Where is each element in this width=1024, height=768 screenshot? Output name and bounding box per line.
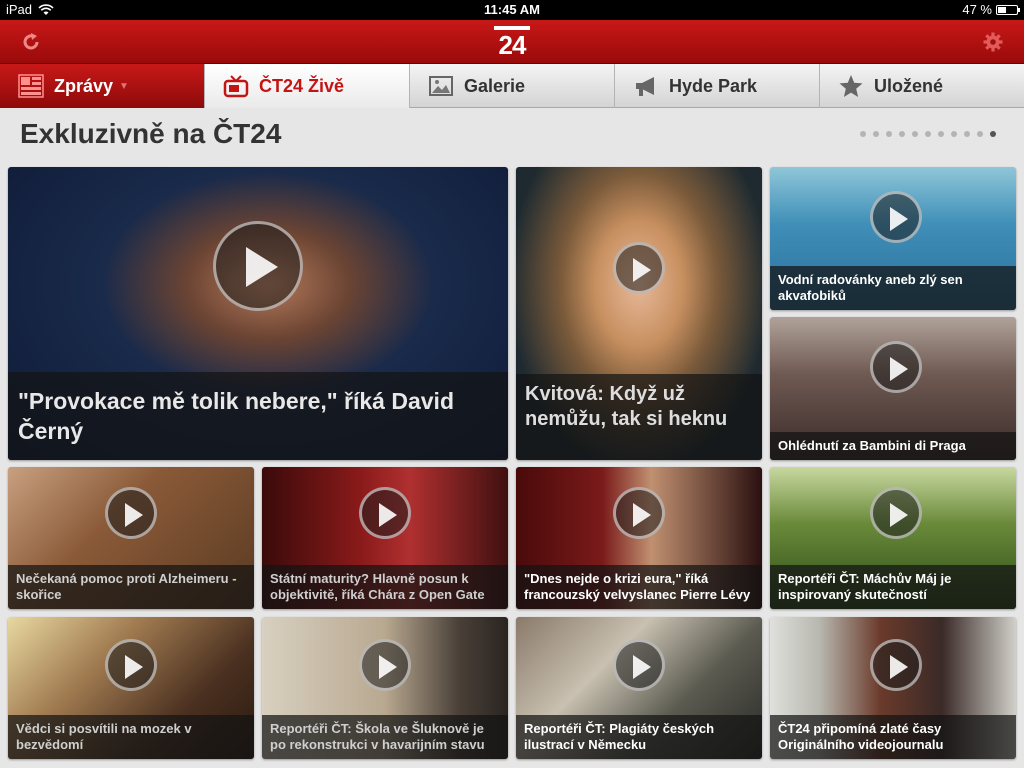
tab-hyde-park[interactable]: Hyde Park	[615, 64, 820, 108]
page-dot[interactable]	[990, 131, 996, 137]
tab-zpravy[interactable]: Zprávy ▼	[0, 64, 205, 108]
page-dot[interactable]	[964, 131, 970, 137]
tile-title: Vědci si posvítili na mozek v bezvědomí	[8, 715, 254, 759]
grid-icon	[18, 74, 44, 98]
video-tile[interactable]: Reportéři ČT: Škola ve Šluknově je po re…	[262, 617, 508, 759]
page-dot[interactable]	[860, 131, 866, 137]
tab-bar: Zprávy ▼ ČT24 Živě Galerie Hyde Park Ulo…	[0, 64, 1024, 108]
tab-label: Uložené	[874, 75, 944, 96]
tile-title: Reportéři ČT: Škola ve Šluknově je po re…	[262, 715, 508, 759]
tile-title: Vodní radovánky aneb zlý sen akvafobiků	[770, 266, 1016, 310]
tile-title: "Dnes nejde o krizi eura," říká francouz…	[516, 565, 762, 609]
page-dot[interactable]	[925, 131, 931, 137]
play-icon[interactable]	[613, 242, 665, 294]
refresh-icon[interactable]	[20, 31, 42, 53]
page-dot[interactable]	[886, 131, 892, 137]
tab-galerie[interactable]: Galerie	[410, 64, 615, 108]
page-dot[interactable]	[873, 131, 879, 137]
play-icon[interactable]	[870, 191, 922, 243]
video-tile[interactable]: Státní maturity? Hlavně posun k objektiv…	[262, 467, 508, 609]
video-tile[interactable]: Nečekaná pomoc proti Alzheimeru - skořic…	[8, 467, 254, 609]
ct24-logo: 24	[494, 26, 530, 60]
tile-title: Státní maturity? Hlavně posun k objektiv…	[262, 565, 508, 609]
tv-icon	[223, 75, 249, 98]
video-tile[interactable]: Ohlédnutí za Bambini di Praga	[770, 317, 1016, 460]
clock: 11:45 AM	[484, 2, 540, 17]
battery-percent: 47 %	[962, 2, 992, 17]
tile-title: Reportéři ČT: Plagiáty českých ilustrací…	[516, 715, 762, 759]
tile-title: Ohlédnutí za Bambini di Praga	[770, 432, 1016, 460]
title-bar: 24	[0, 20, 1024, 64]
tab-label: ČT24 Živě	[259, 75, 345, 96]
play-icon[interactable]	[359, 639, 411, 691]
tab-label: Zprávy	[54, 75, 114, 96]
page-indicator[interactable]	[860, 131, 996, 137]
battery-icon	[996, 4, 1020, 15]
page-dot[interactable]	[977, 131, 983, 137]
video-tile[interactable]: "Dnes nejde o krizi eura," říká francouz…	[516, 467, 762, 609]
video-tile[interactable]: "Provokace mě tolik nebere," říká David …	[8, 167, 508, 460]
page-dot[interactable]	[912, 131, 918, 137]
play-icon[interactable]	[359, 487, 411, 539]
play-icon[interactable]	[870, 487, 922, 539]
tab-ulozene[interactable]: Uložené	[820, 64, 1024, 108]
video-tile[interactable]: Kvitová: Když už nemůžu, tak si heknu	[516, 167, 762, 460]
play-icon[interactable]	[870, 639, 922, 691]
play-icon[interactable]	[105, 487, 157, 539]
chevron-down-icon: ▼	[119, 80, 129, 92]
play-icon[interactable]	[105, 639, 157, 691]
tile-title: Nečekaná pomoc proti Alzheimeru - skořic…	[8, 565, 254, 609]
play-icon[interactable]	[213, 221, 303, 311]
play-icon[interactable]	[613, 487, 665, 539]
tile-title: "Provokace mě tolik nebere," říká David …	[8, 372, 508, 460]
tab-label: Hyde Park	[669, 75, 758, 96]
gear-icon[interactable]	[982, 31, 1004, 53]
page-dot[interactable]	[938, 131, 944, 137]
tab-ct24-zive[interactable]: ČT24 Živě	[205, 64, 410, 108]
play-icon[interactable]	[613, 639, 665, 691]
tab-label: Galerie	[464, 75, 526, 96]
page-dot[interactable]	[951, 131, 957, 137]
megaphone-icon	[636, 77, 654, 96]
tile-title: ČT24 připomíná zlaté časy Originálního v…	[770, 715, 1016, 759]
tile-title: Kvitová: Když už nemůžu, tak si heknu	[516, 374, 762, 460]
star-icon	[839, 75, 863, 97]
tile-title: Reportéři ČT: Máchův Máj je inspirovaný …	[770, 565, 1016, 609]
section-title: Exkluzivně na ČT24	[20, 118, 282, 149]
video-tile[interactable]: Vodní radovánky aneb zlý sen akvafobiků	[770, 167, 1016, 310]
picture-icon	[429, 76, 453, 96]
video-tile[interactable]: Vědci si posvítili na mozek v bezvědomí	[8, 617, 254, 759]
video-tile[interactable]: Reportéři ČT: Máchův Máj je inspirovaný …	[770, 467, 1016, 609]
play-icon[interactable]	[870, 341, 922, 393]
page-dot[interactable]	[899, 131, 905, 137]
video-tile[interactable]: ČT24 připomíná zlaté časy Originálního v…	[770, 617, 1016, 759]
video-tile[interactable]: Reportéři ČT: Plagiáty českých ilustrací…	[516, 617, 762, 759]
status-bar: iPad 11:45 AM 47 %	[0, 0, 1024, 20]
